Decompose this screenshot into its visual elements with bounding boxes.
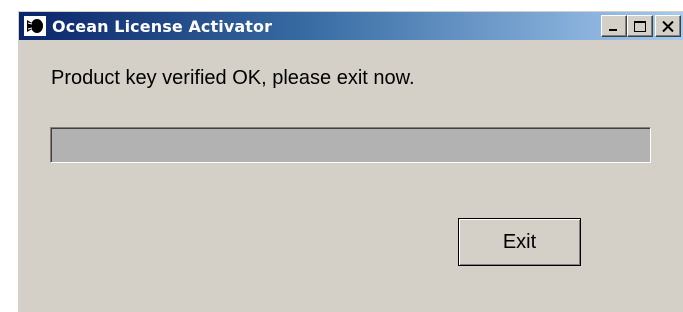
minimize-icon xyxy=(609,29,617,31)
window-controls xyxy=(601,15,681,37)
maximize-button[interactable] xyxy=(627,15,653,37)
title-bar[interactable]: Ocean License Activator xyxy=(19,12,683,40)
minimize-button[interactable] xyxy=(601,15,627,37)
activation-progress-bar xyxy=(50,127,651,163)
activator-window: Ocean License Activator Product key veri… xyxy=(17,10,683,312)
window-title: Ocean License Activator xyxy=(52,16,273,36)
maximize-icon xyxy=(634,20,646,32)
ocean-app-icon xyxy=(24,16,46,36)
exit-button[interactable]: Exit xyxy=(458,218,581,266)
close-icon xyxy=(662,20,674,32)
status-message: Product key verified OK, please exit now… xyxy=(51,67,415,89)
close-button[interactable] xyxy=(655,15,681,37)
